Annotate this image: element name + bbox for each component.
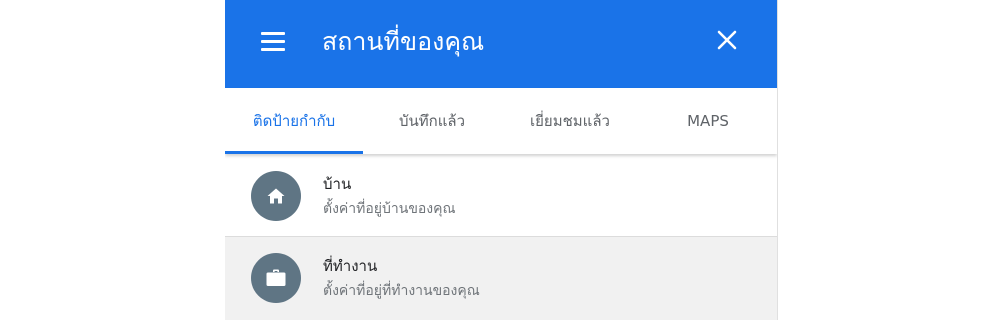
page-title: สถานที่ของคุณ — [322, 27, 485, 56]
list-item-work[interactable]: ที่ทำงาน ตั้งค่าที่อยู่ที่ทำงานของคุณ — [225, 237, 777, 320]
place-title: บ้าน — [323, 175, 352, 193]
briefcase-icon — [251, 253, 301, 303]
place-subtitle: ตั้งค่าที่อยู่บ้านของคุณ — [323, 201, 456, 217]
your-places-panel: สถานที่ของคุณ ติดป้ายกำกับ บันทึกแล้ว เย… — [225, 0, 778, 320]
place-subtitle: ตั้งค่าที่อยู่ที่ทำงานของคุณ — [323, 283, 480, 299]
menu-icon[interactable] — [261, 30, 287, 52]
place-title: ที่ทำงาน — [323, 257, 378, 275]
tab-visited-label: เยี่ยมชมแล้ว — [530, 112, 610, 130]
tab-maps-label: MAPS — [687, 112, 729, 130]
tab-saved-label: บันทึกแล้ว — [398, 112, 466, 130]
tab-saved[interactable]: บันทึกแล้ว — [363, 88, 501, 154]
app-bar: สถานที่ของคุณ — [225, 0, 777, 88]
close-icon[interactable] — [715, 28, 739, 52]
home-icon — [251, 171, 301, 221]
list-item-home[interactable]: บ้าน ตั้งค่าที่อยู่บ้านของคุณ — [225, 156, 777, 236]
tab-bar: ติดป้ายกำกับ บันทึกแล้ว เยี่ยมชมแล้ว MAP… — [225, 88, 777, 154]
tab-labeled-label: ติดป้ายกำกับ — [252, 112, 336, 130]
tab-maps[interactable]: MAPS — [639, 88, 777, 154]
tab-labeled[interactable]: ติดป้ายกำกับ — [225, 88, 363, 154]
active-tab-indicator — [225, 151, 363, 154]
tab-visited[interactable]: เยี่ยมชมแล้ว — [501, 88, 639, 154]
